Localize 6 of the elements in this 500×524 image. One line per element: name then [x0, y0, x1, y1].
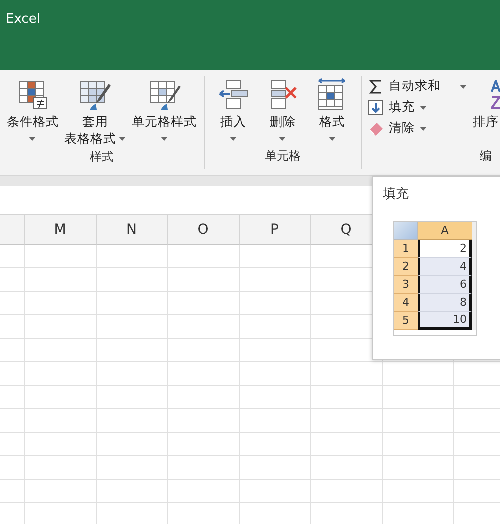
- tooltip-title: 填充: [383, 186, 410, 203]
- group-label: 编: [479, 148, 492, 165]
- window-title: Excel: [6, 12, 40, 27]
- group-label: 单元格: [264, 148, 302, 165]
- fill-preview: A 1 2 2 4 3 6 4 8 5 10: [393, 221, 477, 336]
- group-label: 样式: [89, 149, 115, 166]
